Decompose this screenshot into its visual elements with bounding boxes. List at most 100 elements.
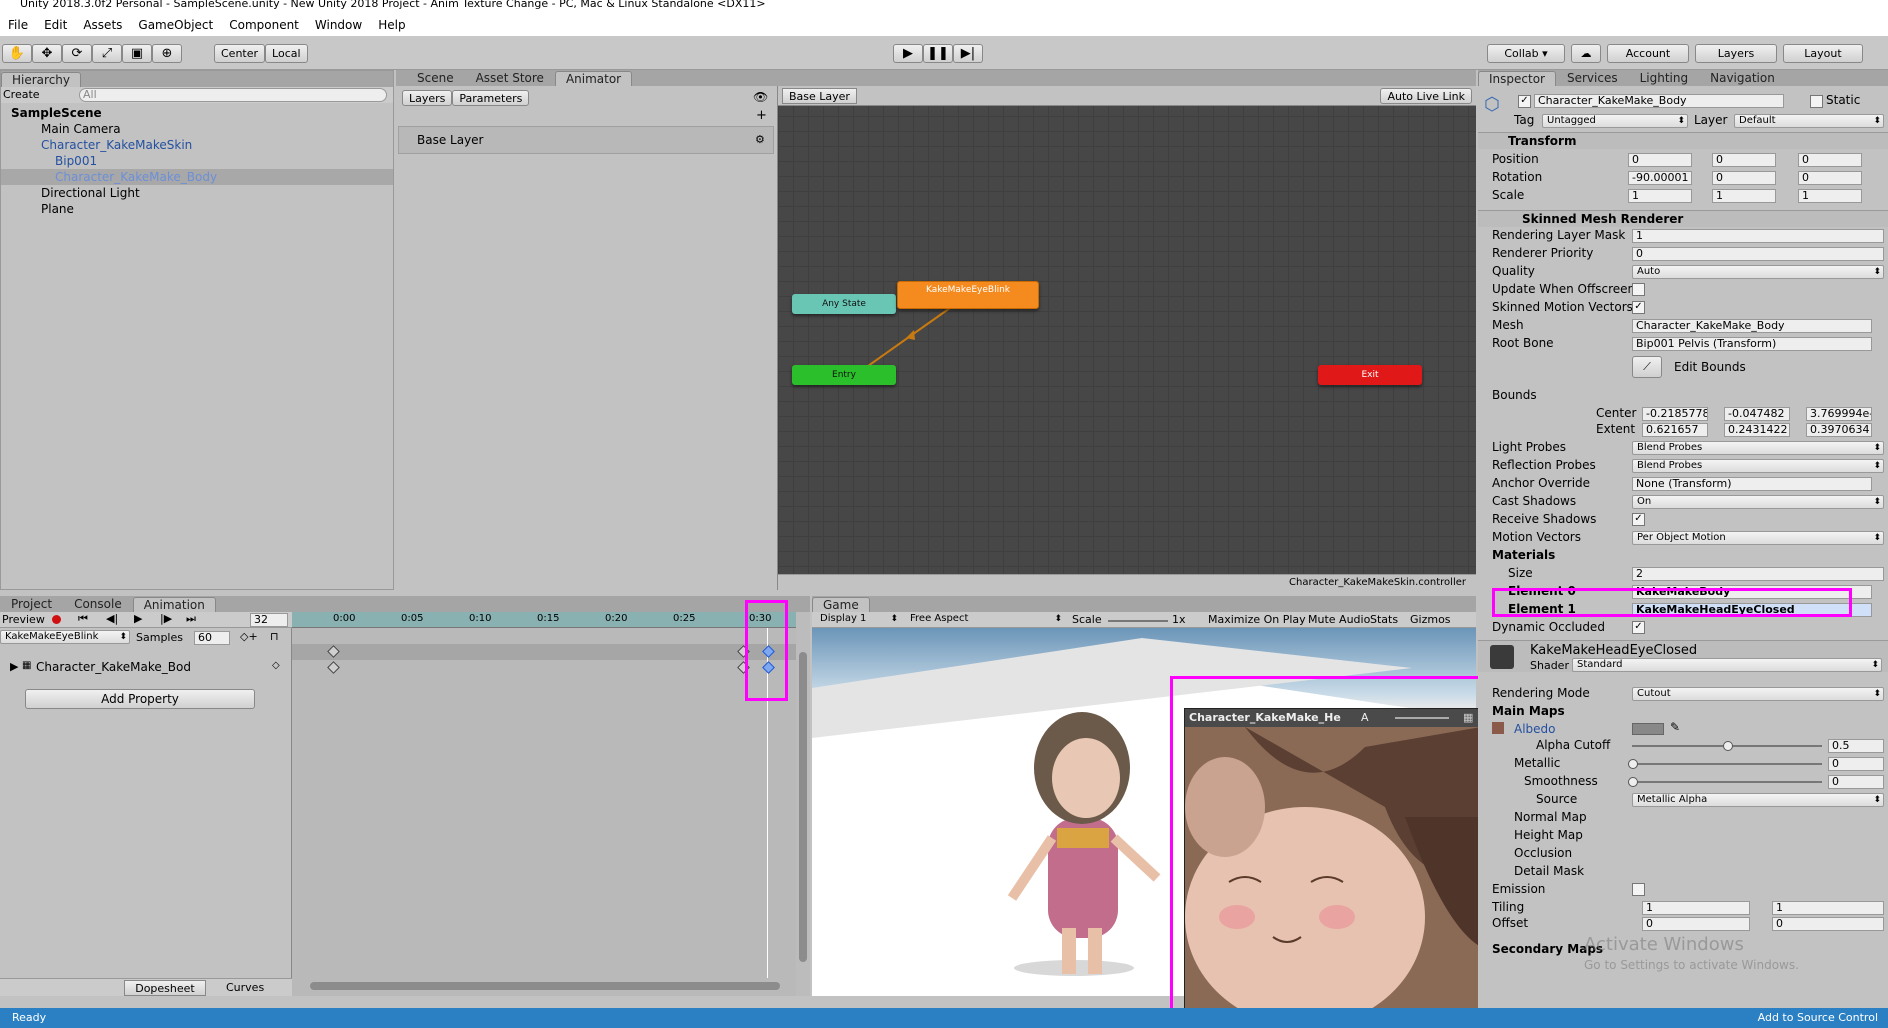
layers-dropdown[interactable]: Layers [1695,44,1777,63]
extent-x-field[interactable]: 0.621657 [1642,423,1708,437]
tab-services[interactable]: Services [1556,70,1629,86]
extent-z-field[interactable]: 0.3970634 [1806,423,1872,437]
tab-inspector[interactable]: Inspector [1478,71,1556,86]
pivot-center-button[interactable]: Center [214,44,266,63]
tab-navigation[interactable]: Navigation [1699,70,1786,86]
add-property-button[interactable]: Add Property [25,689,255,709]
menu-component[interactable]: Component [221,18,307,32]
smr-header[interactable]: Skinned Mesh Renderer [1478,210,1888,227]
eyedropper-icon[interactable]: ✎ [1670,720,1680,734]
menu-assets[interactable]: Assets [75,18,130,32]
source-control-button[interactable]: Add to Source Control [1758,1008,1878,1028]
root-bone-field[interactable]: Bip001 Pelvis (Transform) [1632,337,1872,351]
center-x-field[interactable]: -0.2185778 [1642,407,1708,421]
scale-slider[interactable] [1108,620,1168,622]
pause-icon[interactable]: ❚❚ [923,44,953,63]
scale-z-field[interactable]: 1 [1798,189,1862,203]
transform-tool-icon[interactable]: ⊕ [152,44,182,63]
position-z-field[interactable]: 0 [1798,153,1862,167]
scale-tool-icon[interactable]: ⤢ [92,44,122,63]
move-tool-icon[interactable]: ✥ [32,44,62,63]
smoothness-slider[interactable] [1632,781,1822,783]
position-x-field[interactable]: 0 [1628,153,1692,167]
layer-item[interactable]: Base Layer ⚙ [398,126,774,154]
albedo-texture-icon[interactable] [1492,722,1504,734]
last-key-icon[interactable]: ⏭ [186,612,196,626]
albedo-color-swatch[interactable] [1632,723,1664,735]
albedo-label[interactable]: Albedo [1514,722,1556,736]
curves-tab[interactable]: Curves [226,981,264,994]
record-icon[interactable] [52,615,61,624]
dopesheet[interactable]: 0:00 0:05 0:10 0:15 0:20 0:25 0:30 [292,612,810,996]
light-probes-dropdown[interactable]: Blend Probes [1632,441,1884,455]
add-keyframe-icon[interactable]: ◇+ [240,630,258,643]
object-name-field[interactable]: Character_KakeMake_Body [1534,94,1784,108]
materials-label[interactable]: Materials [1492,548,1555,562]
vertical-scrollbar[interactable] [799,652,807,962]
extent-y-field[interactable]: 0.2431422 [1724,423,1790,437]
scene-root[interactable]: SampleScene [1,105,393,121]
property-row[interactable]: ▶ ▦ Character_KakeMake_Bod ◇ [0,660,292,676]
cloud-icon[interactable]: ☁ [1571,44,1601,63]
layers-tab[interactable]: Layers [402,90,453,106]
smoothness-knob[interactable] [1628,777,1638,787]
detail-mask-label[interactable]: Detail Mask [1514,864,1584,878]
menu-file[interactable]: File [0,18,36,32]
next-key-icon[interactable]: |▶ [160,612,172,625]
rotation-x-field[interactable]: -90.00001 [1628,171,1692,185]
create-dropdown[interactable]: Create [3,88,40,101]
edit-bounds-icon[interactable]: ⟋ [1632,356,1662,378]
center-y-field[interactable]: -0.047482 [1724,407,1790,421]
samples-field[interactable]: 60 [194,631,230,645]
active-checkbox[interactable]: ✓ [1518,95,1531,108]
hierarchy-item[interactable]: Directional Light [1,185,393,201]
motion-vectors-dropdown[interactable]: Per Object Motion [1632,531,1884,545]
hierarchy-item[interactable]: Bip001 [1,153,393,169]
material-header[interactable]: KakeMakeHeadEyeClosed Shader Standard [1478,640,1888,672]
shader-dropdown[interactable]: Standard [1572,658,1882,672]
tab-scene[interactable]: Scene [406,70,465,86]
rendering-mode-dropdown[interactable]: Cutout [1632,687,1884,701]
preview-toggle[interactable]: Preview [2,613,45,626]
parameters-tab[interactable]: Parameters [452,90,530,106]
mute-audio-button[interactable]: Mute Audio [1308,613,1370,626]
rotation-z-field[interactable]: 0 [1798,171,1862,185]
gizmos-button[interactable]: Gizmos [1410,613,1451,626]
transform-header[interactable]: Transform [1478,132,1888,149]
menu-window[interactable]: Window [307,18,370,32]
timeline-ruler[interactable]: 0:00 0:05 0:10 0:15 0:20 0:25 0:30 [292,612,810,628]
tiling-y-field[interactable]: 1 [1772,901,1884,915]
tiling-x-field[interactable]: 1 [1642,901,1750,915]
reflection-probes-dropdown[interactable]: Blend Probes [1632,459,1884,473]
collab-button[interactable]: Collab ▾ [1487,44,1565,63]
animator-graph[interactable]: Base Layer Auto Live Link Any State Kake… [778,86,1476,590]
play-icon[interactable]: ▶ [893,44,923,63]
maximize-on-play-button[interactable]: Maximize On Play [1208,613,1306,626]
play-anim-icon[interactable]: ▶ [134,612,142,625]
menu-help[interactable]: Help [370,18,413,32]
height-map-label[interactable]: Height Map [1514,828,1583,842]
aspect-dropdown[interactable]: Free Aspect [906,613,1064,627]
gear-icon[interactable]: ⚙ [755,133,765,146]
pivot-local-button[interactable]: Local [265,44,308,63]
tab-console[interactable]: Console [63,596,133,612]
exit-node[interactable]: Exit [1318,365,1422,385]
blink-state-node[interactable]: KakeMakeEyeBlink [897,281,1039,309]
property-key-icon[interactable]: ◇ [272,660,280,671]
first-key-icon[interactable]: ⏮ [78,612,88,626]
hand-tool-icon[interactable]: ✋ [2,44,32,63]
offset-x-field[interactable]: 0 [1642,917,1750,931]
tag-dropdown[interactable]: Untagged [1542,114,1688,128]
scale-y-field[interactable]: 1 [1712,189,1776,203]
hierarchy-item[interactable]: Character_KakeMakeSkin [1,137,393,153]
anchor-override-field[interactable]: None (Transform) [1632,477,1872,491]
any-state-node[interactable]: Any State [792,294,896,314]
alpha-cutoff-knob[interactable] [1723,741,1733,751]
layer-dropdown[interactable]: Default [1734,114,1884,128]
hierarchy-search-input[interactable]: All [79,88,387,102]
prev-key-icon[interactable]: ◀| [106,612,118,625]
hierarchy-item[interactable]: Plane [1,201,393,217]
eye-icon[interactable]: 👁 [753,90,768,104]
emission-checkbox[interactable] [1632,883,1645,896]
mesh-field[interactable]: Character_KakeMake_Body [1632,319,1872,333]
